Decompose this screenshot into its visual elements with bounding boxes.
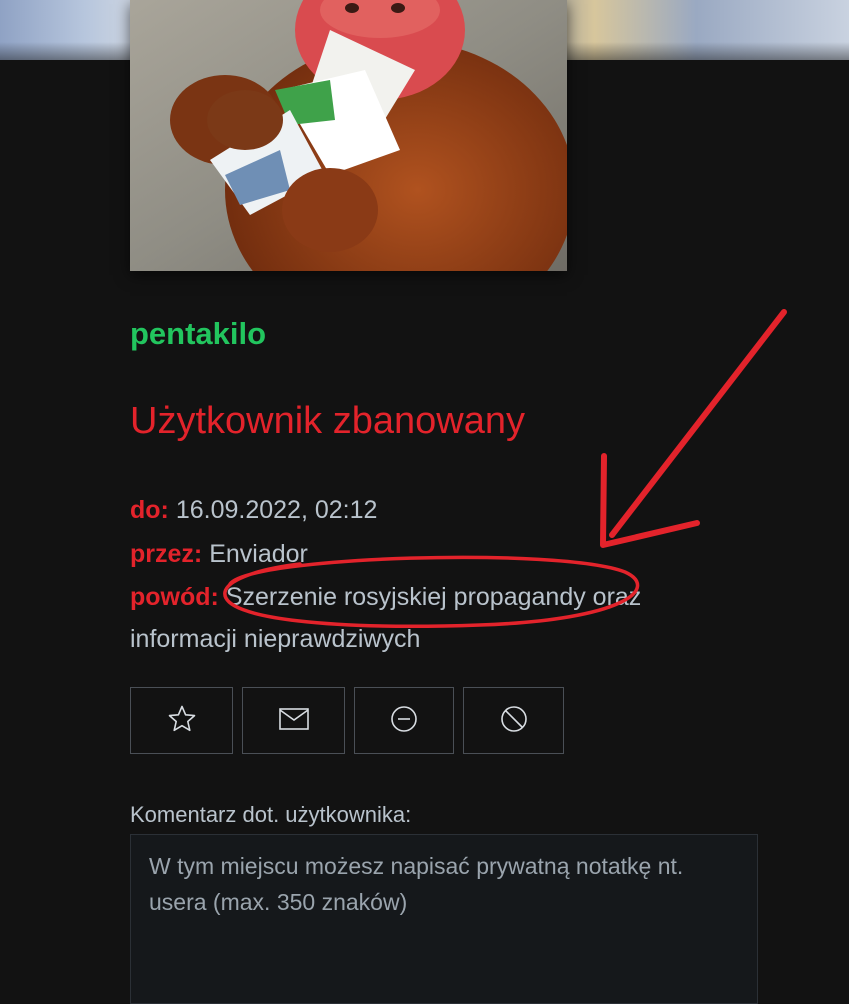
ignore-button[interactable] — [354, 687, 454, 754]
user-comment-textarea[interactable] — [130, 834, 758, 1004]
ban-title: Użytkownik zbanowany — [130, 400, 525, 442]
envelope-icon — [278, 708, 309, 733]
block-button[interactable] — [463, 687, 564, 754]
user-comment-label: Komentarz dot. użytkownika: — [130, 802, 412, 827]
ban-until-label: do: — [130, 496, 169, 524]
username[interactable]: pentakilo — [130, 316, 266, 352]
block-icon — [500, 705, 528, 736]
star-icon — [167, 704, 197, 737]
ban-by-label: przez: — [130, 540, 203, 568]
message-button[interactable] — [242, 687, 345, 754]
minus-circle-icon — [390, 705, 418, 736]
ban-reason-row: powód: Szerzenie rosyjskiej propagandy o… — [130, 576, 730, 660]
ban-by-row: przez: Enviador — [130, 532, 730, 576]
observe-button[interactable] — [130, 687, 233, 754]
ban-details: do: 16.09.2022, 02:12 przez: Enviador po… — [130, 488, 730, 660]
ban-until-row: do: 16.09.2022, 02:12 — [130, 488, 730, 532]
ban-by-value[interactable]: Enviador — [209, 540, 308, 568]
ban-until-value: 16.09.2022, 02:12 — [175, 496, 378, 524]
ban-reason-label: powód: — [130, 583, 219, 611]
profile-avatar — [130, 0, 567, 271]
